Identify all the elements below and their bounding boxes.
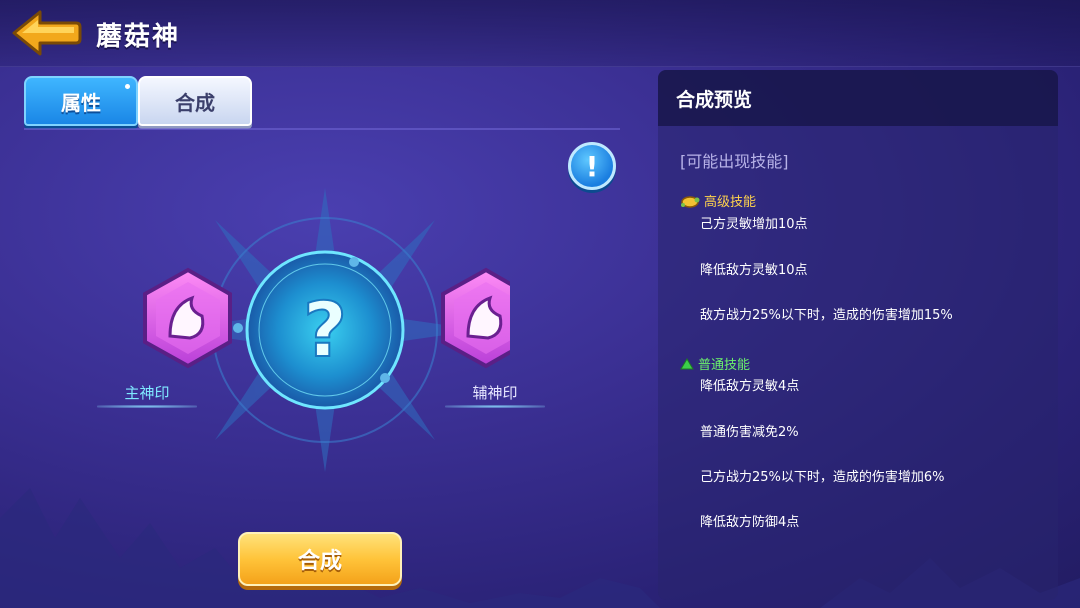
- back-button[interactable]: [10, 8, 82, 58]
- main-seal-label: 主神印: [124, 384, 170, 402]
- info-button[interactable]: !: [568, 142, 616, 190]
- possible-skills-label: [可能出现技能]: [680, 152, 789, 171]
- synthesize-button[interactable]: 合成: [238, 532, 402, 586]
- advanced-skills-heading: 高级技能: [680, 191, 756, 210]
- advanced-skill-item: 降低敌方灵敏10点: [700, 263, 808, 278]
- sub-seal-slot[interactable]: [446, 270, 546, 370]
- green-triangle-icon: [680, 357, 694, 369]
- question-mark-icon: ?: [303, 285, 347, 374]
- normal-skills-heading: 普通技能: [680, 354, 750, 373]
- tab-synthesize[interactable]: 合成: [138, 76, 252, 126]
- normal-heading-label: 普通技能: [698, 358, 751, 373]
- normal-skill-item: 降低敌方防御4点: [700, 515, 800, 530]
- tab-divider: [24, 128, 620, 130]
- tab-sparkle: [125, 84, 130, 89]
- sub-seal-glow: [445, 405, 545, 408]
- gold-turtle-icon: [681, 195, 700, 208]
- sub-seal-label: 辅神印: [472, 384, 518, 402]
- tab-label: 合成: [175, 90, 215, 115]
- main-seal-glow: [97, 405, 197, 408]
- main-seal-slot[interactable]: [100, 270, 200, 370]
- back-arrow-icon: [12, 10, 82, 56]
- tab-attributes[interactable]: 属性: [24, 76, 138, 126]
- tab-label: 属性: [61, 90, 101, 115]
- top-bar: 蘑菇神: [0, 0, 1080, 67]
- synthesis-preview-panel: 合成预览 [可能出现技能] 高级技能 己方灵敏增加10点 降低敌方灵敏10点 敌…: [658, 70, 1058, 600]
- advanced-heading-label: 高级技能: [704, 195, 757, 210]
- advanced-skill-item: 敌方战力25%以下时，造成的伤害增加15%: [700, 308, 953, 323]
- page-title: 蘑菇神: [96, 22, 181, 52]
- advanced-skill-item: 己方灵敏增加10点: [700, 217, 808, 232]
- normal-skill-item: 己方战力25%以下时，造成的伤害增加6%: [700, 470, 945, 485]
- normal-skill-item: 普通伤害减免2%: [700, 425, 799, 440]
- panel-title: 合成预览: [658, 70, 1058, 126]
- exclamation-icon: !: [585, 149, 599, 183]
- normal-skill-item: 降低敌方灵敏4点: [700, 379, 800, 394]
